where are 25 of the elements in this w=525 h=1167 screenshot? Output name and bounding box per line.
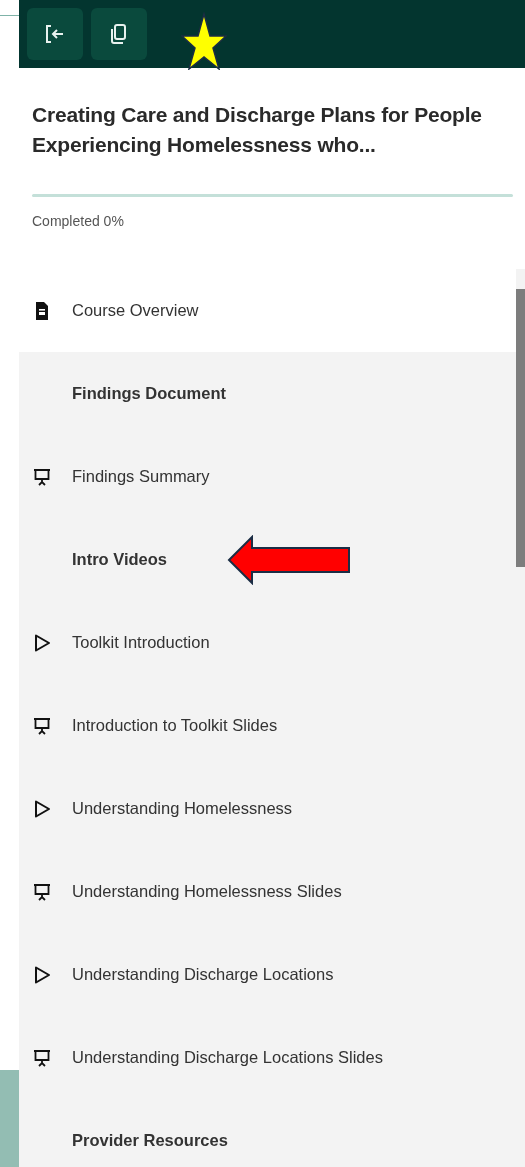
play-icon — [32, 964, 52, 985]
section-heading: Intro Videos — [72, 550, 168, 569]
course-title: Creating Care and Discharge Plans for People Experiencing Homelessness who... — [32, 102, 483, 158]
lesson-item[interactable]: Introduction to Toolkit Slides — [19, 684, 516, 767]
lesson-item[interactable]: Findings Summary — [19, 435, 516, 518]
scrollbar[interactable] — [516, 289, 525, 567]
presentation-icon — [32, 1047, 52, 1068]
play-icon — [32, 632, 52, 653]
lesson-item[interactable]: Understanding Homelessness Slides — [19, 850, 516, 933]
presentation-icon — [32, 715, 52, 736]
presentation-icon — [32, 466, 52, 487]
lesson-item[interactable]: Understanding Discharge Locations — [19, 933, 516, 1016]
lesson-item[interactable]: Understanding Discharge Locations Slides — [19, 1016, 516, 1099]
exit-button[interactable] — [27, 8, 83, 60]
arrow-icon — [227, 535, 352, 585]
copy-button[interactable] — [91, 8, 147, 60]
lesson-item[interactable]: Understanding Homelessness — [19, 767, 516, 850]
progress-label: Completed 0% — [32, 213, 125, 229]
copy-icon — [109, 23, 129, 45]
section-heading: Provider Resources — [72, 1131, 228, 1150]
play-icon — [32, 798, 52, 819]
exit-icon — [44, 23, 66, 45]
presentation-icon — [32, 881, 52, 902]
section-heading: Findings Document — [72, 384, 226, 403]
lesson-item[interactable]: Toolkit Introduction — [19, 601, 516, 684]
